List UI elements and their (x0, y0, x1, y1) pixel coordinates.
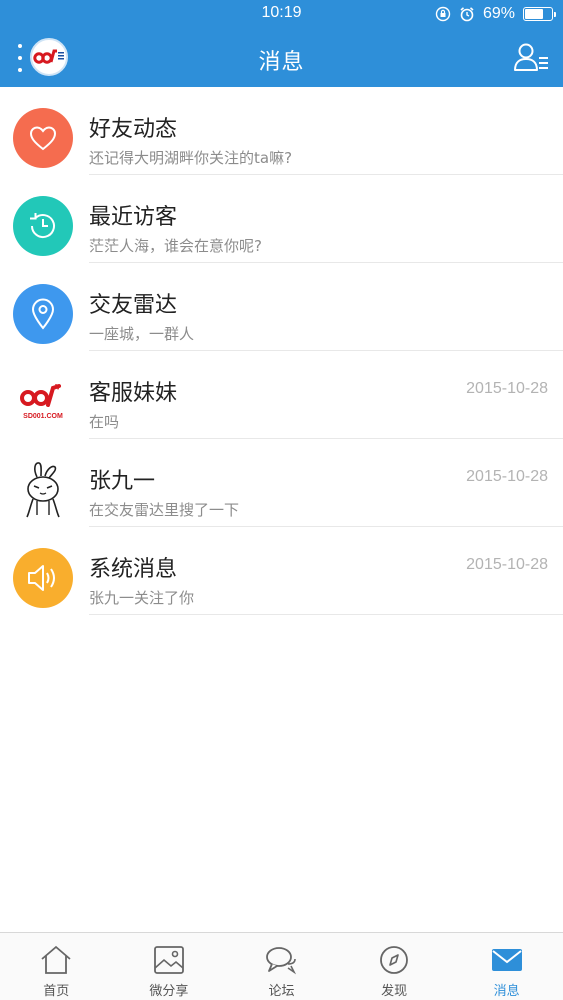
item-title: 好友动态 (89, 117, 178, 142)
tab-micro-share[interactable]: 微分享 (113, 933, 226, 1000)
contacts-list-icon[interactable] (513, 41, 549, 73)
avatar: SD001.COM (13, 372, 73, 432)
tab-home[interactable]: 首页 (0, 933, 113, 1000)
item-subtitle: 茫茫人海，谁会在意你呢? (89, 237, 262, 255)
avatar (13, 460, 73, 520)
list-item-recent-visitors[interactable]: 最近访客 茫茫人海，谁会在意你呢? (0, 175, 563, 263)
item-date: 2015-10-28 (466, 380, 548, 397)
item-subtitle: 在吗 (89, 413, 120, 431)
status-indicators: 69% (435, 5, 556, 23)
item-subtitle: 张九一关注了你 (89, 589, 195, 607)
tab-label: 论坛 (268, 984, 295, 999)
item-subtitle: 一座城，一群人 (89, 325, 195, 343)
chat-bubbles-icon (264, 943, 298, 977)
avatar (13, 196, 73, 256)
bottom-tab-bar: 首页 微分享 论坛 发现 消息 (0, 932, 563, 1000)
list-item-customer-service[interactable]: SD001.COM 客服妹妹 在吗 2015-10-28 (0, 351, 563, 439)
battery-level (525, 9, 543, 19)
item-title: 最近访客 (89, 205, 178, 230)
tab-label: 首页 (43, 984, 70, 999)
battery-percent: 69% (482, 5, 515, 22)
status-bar: 10:19 69% (0, 0, 563, 28)
list-item-friend-radar[interactable]: 交友雷达 一座城，一群人 (0, 263, 563, 351)
item-title: 系统消息 (89, 557, 178, 582)
sd001-logo-icon: SD001.COM (20, 384, 63, 420)
item-subtitle: 还记得大明湖畔你关注的ta嘛? (89, 149, 293, 167)
list-item-user-zhangjiuyi[interactable]: 张九一 在交友雷达里搜了一下 2015-10-28 (0, 439, 563, 527)
tab-messages[interactable]: 消息 (450, 933, 563, 1000)
speaker-icon (28, 565, 55, 591)
svg-text:SD001.COM: SD001.COM (23, 413, 63, 420)
page-title: 消息 (258, 50, 305, 75)
item-date: 2015-10-28 (466, 556, 548, 573)
item-subtitle: 在交友雷达里搜了一下 (89, 501, 240, 519)
tab-label: 消息 (493, 984, 520, 999)
history-clock-icon (30, 213, 55, 239)
mail-icon (490, 943, 524, 977)
avatar (13, 108, 73, 168)
alarm-icon (459, 6, 475, 22)
tab-discover[interactable]: 发现 (338, 933, 451, 1000)
image-icon (152, 943, 186, 977)
avatar (13, 548, 73, 608)
heart-icon (29, 126, 57, 151)
item-date: 2015-10-28 (466, 468, 548, 485)
item-title: 客服妹妹 (89, 381, 178, 406)
item-title: 张九一 (89, 469, 156, 494)
compass-icon (377, 943, 411, 977)
battery-icon (523, 7, 556, 21)
location-pin-icon (31, 298, 55, 330)
app-header: 消息 (0, 28, 563, 87)
tab-label: 微分享 (149, 984, 189, 999)
list-item-system-messages[interactable]: 系统消息 张九一关注了你 2015-10-28 (0, 527, 563, 615)
tab-label: 发现 (381, 984, 408, 999)
message-list: 好友动态 还记得大明湖畔你关注的ta嘛? 最近访客 茫茫人海，谁会在意你呢? 交… (0, 87, 563, 615)
rotation-lock-icon (435, 6, 451, 22)
avatar (13, 284, 73, 344)
tab-forum[interactable]: 论坛 (225, 933, 338, 1000)
divider (89, 614, 563, 615)
home-icon (39, 943, 73, 977)
item-title: 交友雷达 (89, 293, 178, 318)
rabbit-avatar-icon (26, 462, 60, 518)
list-item-friend-updates[interactable]: 好友动态 还记得大明湖畔你关注的ta嘛? (0, 87, 563, 175)
